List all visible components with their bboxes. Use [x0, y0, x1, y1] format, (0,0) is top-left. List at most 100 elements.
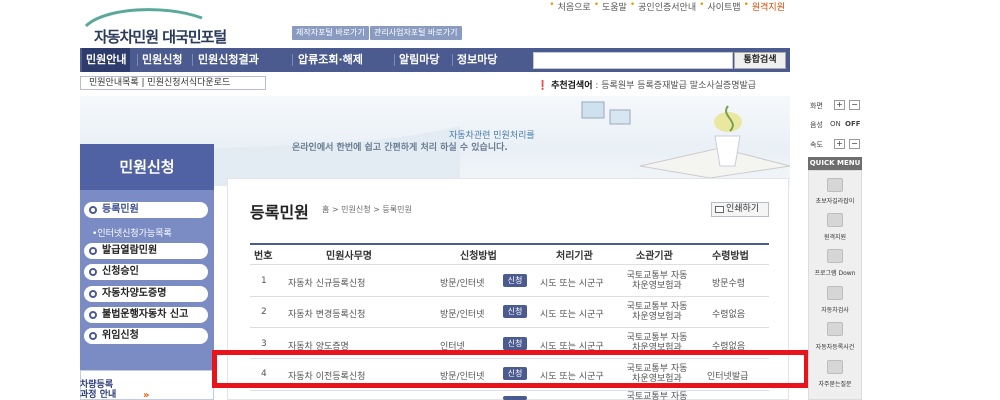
promo-line-1: 차량등록 — [80, 380, 114, 390]
printer-icon — [715, 206, 724, 213]
cell-method: 방문/인터넷 — [440, 279, 485, 289]
apply-button[interactable]: 신청 — [503, 305, 527, 318]
radio-dot-icon — [89, 206, 97, 214]
column-header-name: 민원사무명 — [326, 251, 372, 262]
manufacturer-portal-button[interactable]: 제작자포털 바로가기 — [292, 26, 369, 40]
quick-item-remote-support[interactable]: 원격지원 — [808, 232, 862, 241]
cell-office: 시도 또는 시군구 — [540, 310, 604, 320]
sidebar-item-transfer[interactable]: 자동차양도증명 — [84, 286, 208, 302]
nav-divider — [452, 54, 453, 66]
column-header-office: 처리기관 — [556, 251, 593, 262]
cell-no: 3 — [261, 339, 267, 349]
quick-item-program-download[interactable]: 프로그램 Down — [808, 268, 862, 277]
sidebar-item-label: 발급열람민원 — [102, 245, 158, 256]
agency-line-2: 차운영보험과 — [632, 312, 682, 322]
sidebar-item-registration[interactable]: 등록민원 — [84, 202, 208, 218]
logo-text: 자동차민원 대국민포털 — [94, 28, 227, 46]
site-logo[interactable]: 자동차민원 대국민포털 — [84, 6, 234, 46]
top-link-remote[interactable]: 원격지원 — [749, 0, 788, 13]
quick-item-car-inspection[interactable]: 자동차검사 — [808, 305, 862, 314]
nav-divider — [192, 54, 193, 66]
radio-dot-icon — [89, 311, 97, 319]
print-label: 인쇄하기 — [726, 204, 760, 214]
sidebar-item-label: 위임신청 — [102, 330, 139, 341]
sidebar-item-label: 자동차양도증명 — [102, 288, 167, 299]
column-header-no: 번호 — [254, 251, 273, 262]
speed-down-button[interactable]: − — [849, 139, 860, 149]
search-button[interactable]: 통합검색 — [734, 52, 786, 69]
voice-on-toggle[interactable]: ON — [830, 120, 841, 128]
speed-up-button[interactable]: + — [834, 139, 845, 149]
sidebar-title: 민원신청 — [80, 144, 214, 190]
column-header-receive: 수령방법 — [712, 251, 749, 262]
car-inspection-icon[interactable] — [827, 286, 843, 300]
nav-item-info[interactable]: 정보마당 — [457, 48, 497, 72]
table-header-line — [250, 243, 769, 245]
sidebar-item-label: 신청승인 — [102, 266, 139, 277]
agency-line-1: 국토교통부 자동 — [626, 333, 688, 343]
search-input[interactable] — [533, 52, 733, 69]
apply-button[interactable]: 신청 — [503, 274, 527, 287]
sidebar-item-label: 불법운행자동차 신고 — [102, 309, 189, 320]
cell-method: 방문/인터넷 — [440, 310, 485, 320]
sidebar-item-approval[interactable]: 신청승인 — [84, 264, 208, 280]
cell-no: 1 — [261, 276, 267, 286]
cell-agency: 국토교통부 자동 차운영보험과 — [616, 302, 698, 322]
apply-button[interactable]: 신청 — [503, 337, 527, 350]
quick-item-beginner-guide[interactable]: 초보자길라잡이 — [808, 196, 862, 205]
sidebar-item-label: 등록민원 — [102, 204, 139, 215]
sidebar-item-delegation[interactable]: 위임신청 — [84, 328, 208, 344]
sub-nav[interactable]: 민원안내목록 | 민원신청서식다운로드 — [80, 76, 266, 90]
breadcrumb: 홈 > 민원신청 > 등록민원 — [322, 205, 412, 214]
zoom-label: 화면 — [810, 102, 823, 110]
cell-name[interactable]: 자동차 변경등록신청 — [288, 307, 365, 320]
cell-agency: 국토교통부 자동 차운영보험과 — [616, 271, 698, 291]
promo-text: 차량등록 과정 안내 — [80, 380, 116, 400]
speed-label: 속도 — [810, 141, 823, 149]
cell-agency: 국토교통부 자동 — [616, 392, 698, 400]
cell-no: 2 — [261, 307, 267, 317]
print-button[interactable]: 인쇄하기 — [711, 202, 769, 217]
remote-support-icon[interactable] — [827, 213, 843, 227]
top-link-sitemap[interactable]: 사이트맵 — [704, 0, 743, 13]
cell-receive: 수령없음 — [712, 310, 746, 320]
cell-name[interactable]: 자동차 신규등록신청 — [288, 276, 365, 289]
radio-dot-icon — [89, 268, 97, 276]
logo-swoosh-icon — [84, 8, 203, 28]
beginner-guide-icon[interactable] — [827, 178, 843, 192]
sidebar-item-issue[interactable]: 발급열람민원 — [84, 243, 208, 259]
faq-icon[interactable] — [827, 360, 843, 374]
nav-item-apply[interactable]: 민원신청 — [142, 48, 182, 72]
zoom-in-button[interactable]: + — [834, 100, 845, 110]
row-divider — [250, 264, 769, 265]
nav-item-result[interactable]: 민원신청결과 — [198, 48, 259, 72]
voice-off-toggle[interactable]: OFF — [845, 120, 861, 128]
sidebar-item-illegal-report[interactable]: 불법운행자동차 신고 — [84, 307, 208, 323]
top-links: • 처음으로 • 도움말 • 공인인증서안내 • 사이트맵 • 원격지원 — [549, 0, 788, 13]
agency-line-1: 국토교통부 자동 — [626, 302, 688, 312]
nav-item-seizure[interactable]: 압류조회·해제 — [298, 48, 363, 72]
banner-line-2: 온라인에서 한번에 쉽고 간편하게 처리 하실 수 있습니다. — [292, 143, 508, 153]
management-portal-button[interactable]: 관리사업자포털 바로가기 — [370, 26, 462, 40]
nav-item-notice[interactable]: 알림마당 — [399, 48, 439, 72]
quick-item-registration-case[interactable]: 자동차등록사건 — [808, 342, 862, 351]
top-link-home[interactable]: 처음으로 — [555, 0, 594, 13]
recommend-terms[interactable]: 등록원부 등록증재발급 말소사실증명발급 — [601, 81, 756, 91]
registration-case-icon[interactable] — [827, 322, 843, 336]
nav-item-guide[interactable]: 민원안내 — [82, 48, 131, 72]
cell-office: 시도 또는 시군구 — [540, 279, 604, 289]
nav-divider — [292, 54, 293, 66]
info-icon: ❗ — [537, 81, 549, 91]
agency-line-1: 국토교통부 자동 — [626, 271, 688, 281]
top-link-cert[interactable]: 공인인증서안내 — [635, 0, 699, 13]
column-header-agency: 소관기관 — [636, 251, 673, 262]
zoom-out-button[interactable]: − — [849, 100, 860, 110]
quick-item-faq[interactable]: 자주묻는질문 — [808, 379, 862, 388]
row-highlight-box — [212, 350, 809, 388]
cell-receive: 방문수령 — [712, 279, 746, 289]
program-download-icon[interactable] — [827, 249, 843, 263]
page-title: 등록민원 — [250, 203, 309, 222]
apply-button[interactable] — [503, 396, 527, 400]
sidebar-subitem-internet[interactable]: 인터넷신청가능목록 — [92, 226, 172, 239]
top-link-help[interactable]: 도움말 — [599, 0, 630, 13]
